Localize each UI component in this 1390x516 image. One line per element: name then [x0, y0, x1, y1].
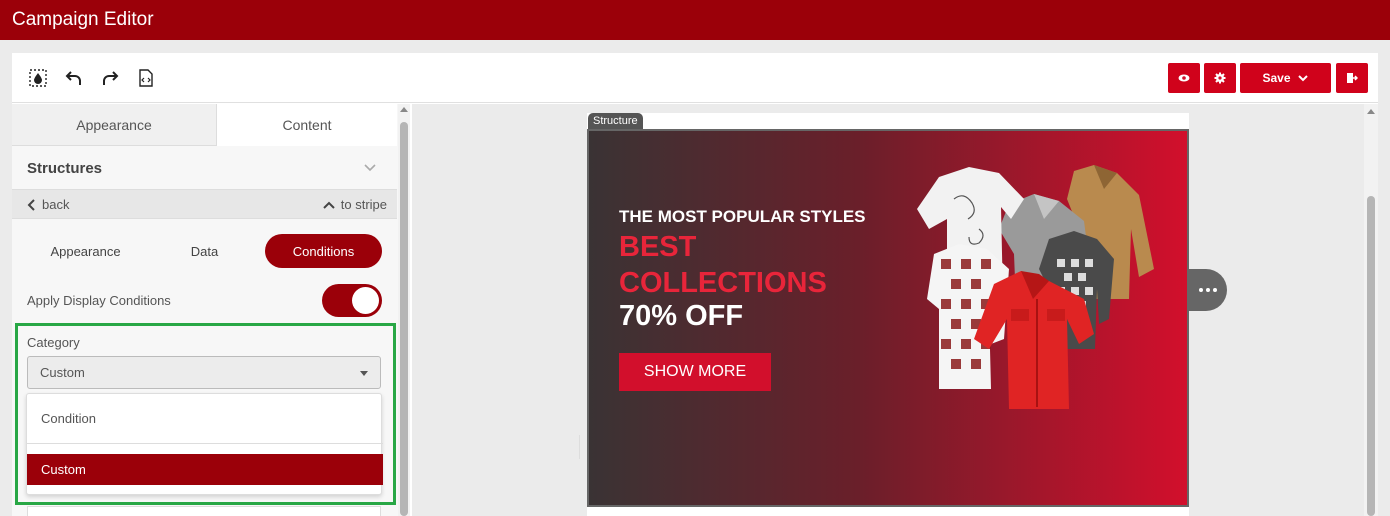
structures-section-header[interactable]: Structures	[12, 146, 397, 190]
exit-button[interactable]	[1336, 63, 1368, 93]
banner-title: BEST COLLECTIONS	[619, 231, 827, 299]
category-select[interactable]: Custom	[27, 356, 381, 389]
save-button[interactable]: Save	[1240, 63, 1331, 93]
subtab-conditions[interactable]: Conditions	[265, 234, 382, 268]
subtab-appearance[interactable]: Appearance	[27, 234, 144, 268]
chevron-left-icon	[27, 198, 35, 211]
to-stripe-label: to stripe	[340, 197, 387, 212]
dot	[1213, 288, 1217, 292]
preview-button[interactable]	[1168, 63, 1200, 93]
shirts-image	[917, 165, 1154, 409]
gear-icon	[1214, 72, 1226, 84]
properties-panel: Appearance Content Structures back to st…	[12, 104, 410, 516]
category-label: Category	[27, 335, 80, 350]
left-scrollbar[interactable]	[398, 104, 410, 516]
option-label: Custom	[41, 462, 86, 477]
section-title: Structures	[27, 160, 103, 177]
scroll-up-icon[interactable]	[1367, 109, 1375, 114]
tab-content[interactable]: Content	[217, 104, 397, 146]
category-dropdown: Condition Custom	[26, 393, 383, 495]
next-field	[27, 506, 381, 516]
subtab-data[interactable]: Data	[157, 234, 252, 268]
banner-structure[interactable]: THE MOST POPULAR STYLES BEST COLLECTIONS…	[587, 129, 1189, 507]
option-label: Condition	[41, 411, 96, 426]
code-file-icon[interactable]	[135, 67, 157, 89]
scroll-up-icon[interactable]	[400, 107, 408, 112]
dot	[1199, 288, 1203, 292]
show-more-button[interactable]: SHOW MORE	[619, 353, 771, 391]
scroll-thumb[interactable]	[1367, 196, 1375, 516]
chevron-down-icon	[364, 164, 376, 172]
banner-headline: THE MOST POPULAR STYLES	[619, 207, 866, 226]
banner-discount: 70% OFF	[619, 300, 744, 332]
apply-conditions-label: Apply Display Conditions	[27, 293, 171, 308]
caret-down-icon	[360, 371, 368, 376]
navigation-bar: back to stripe	[12, 189, 397, 219]
editor-window: Save Appearance Content Structures back …	[12, 53, 1378, 516]
chevron-up-icon	[323, 201, 335, 209]
exit-icon	[1347, 73, 1358, 83]
dot	[1206, 288, 1210, 292]
toggle-knob	[352, 287, 379, 314]
apply-conditions-toggle[interactable]	[322, 284, 382, 317]
sub-tabs: Appearance Data Conditions	[12, 234, 397, 270]
structure-tag[interactable]: Structure	[588, 113, 643, 130]
tab-appearance[interactable]: Appearance	[12, 104, 217, 146]
apply-conditions-row: Apply Display Conditions	[27, 284, 382, 318]
category-selected-value: Custom	[40, 365, 85, 380]
back-link[interactable]: back	[27, 197, 69, 212]
back-label: back	[42, 197, 70, 212]
scroll-thumb[interactable]	[400, 122, 408, 516]
dropdown-option-condition[interactable]: Condition	[27, 394, 383, 444]
drop-fill-icon[interactable]	[27, 67, 49, 89]
panel-tabs: Appearance Content	[12, 104, 397, 146]
canvas-scrollbar[interactable]	[1364, 104, 1378, 516]
dropdown-option-custom[interactable]: Custom	[27, 454, 383, 485]
save-label: Save	[1262, 71, 1291, 85]
divider	[579, 435, 580, 459]
undo-icon[interactable]	[63, 67, 85, 89]
chevron-down-icon	[1297, 75, 1308, 82]
eye-icon	[1178, 74, 1190, 82]
settings-button[interactable]	[1204, 63, 1236, 93]
toolbar: Save	[12, 53, 1378, 103]
to-stripe-link[interactable]: to stripe	[323, 197, 387, 212]
app-title: Campaign Editor	[12, 9, 154, 30]
title-bar: Campaign Editor	[0, 0, 1390, 40]
redo-icon[interactable]	[99, 67, 121, 89]
